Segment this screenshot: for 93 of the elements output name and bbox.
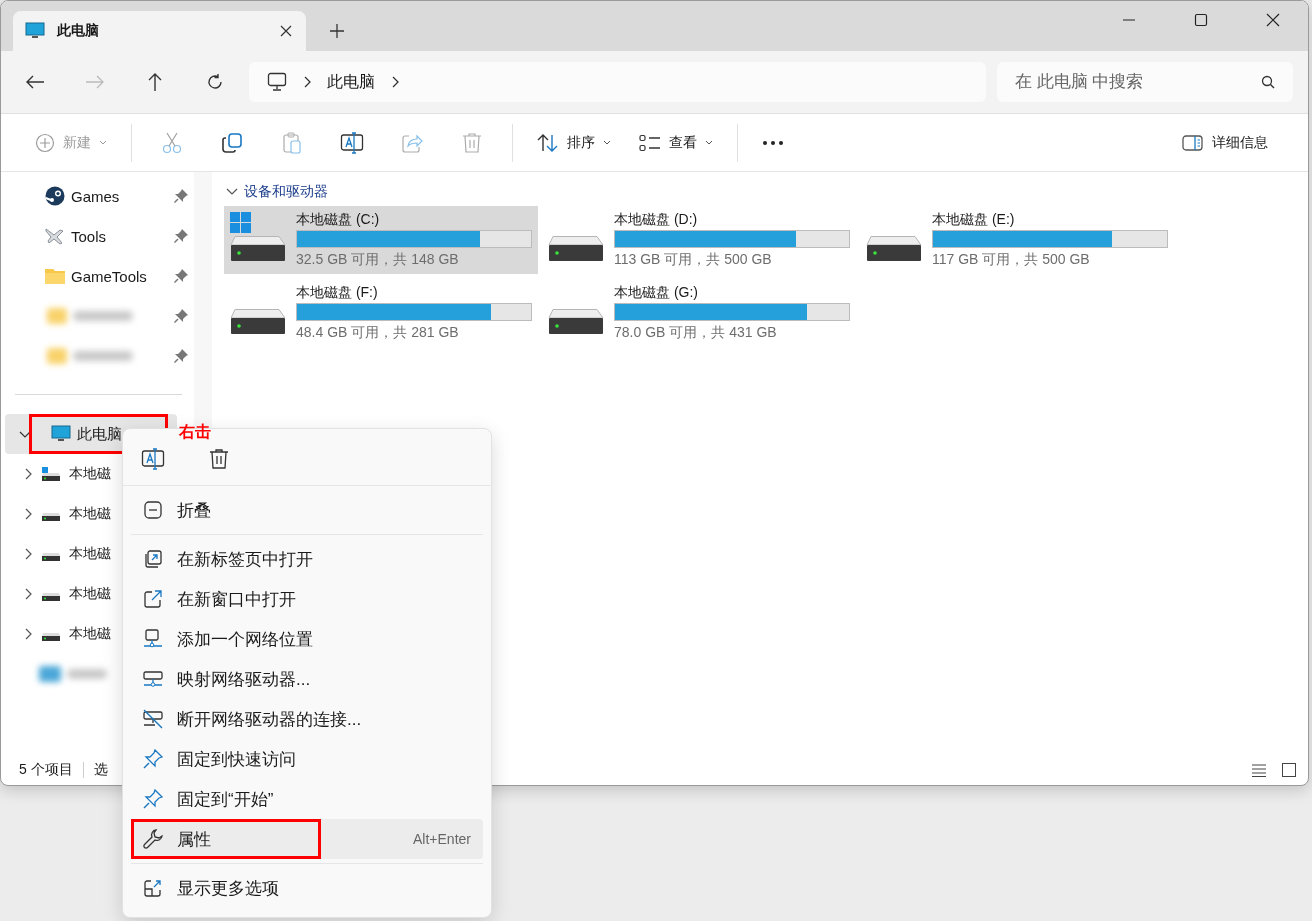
menu-item[interactable]: 映射网络驱动器... — [131, 659, 483, 699]
details-pane-icon — [1182, 133, 1204, 152]
drive-name: 本地磁盘 (C:) — [296, 210, 381, 228]
pin-icon[interactable] — [174, 309, 188, 323]
sidebar-item[interactable]: Games — [71, 187, 120, 205]
chevron-icon[interactable] — [23, 468, 33, 480]
search-icon — [1261, 75, 1275, 89]
drive-tile[interactable]: 本地磁盘 (C:) 32.5 GB 可用，共 148 GB — [224, 206, 538, 274]
drive-tile[interactable]: 本地磁盘 (D:) 113 GB 可用，共 500 GB — [542, 206, 856, 274]
pin-icon[interactable] — [174, 229, 188, 243]
more-options-icon[interactable] — [762, 139, 784, 146]
view-button[interactable]: 查看 — [629, 127, 723, 158]
section-header[interactable]: 设备和驱动器 — [224, 180, 1308, 204]
address-bar[interactable]: 此电脑 — [249, 62, 986, 102]
annotation-label: 右击 — [179, 422, 211, 442]
pin-icon[interactable] — [174, 189, 188, 203]
sort-button[interactable]: 排序 — [527, 126, 621, 159]
sidebar-item[interactable]: Tools — [71, 227, 107, 245]
tree-item[interactable]: 本地磁 — [69, 625, 111, 643]
pin-icon — [143, 789, 163, 809]
drive-usage-text: 117 GB 可用，共 500 GB — [932, 250, 1091, 269]
new-tab-icon — [143, 549, 163, 569]
status-text: 5 个项目 — [19, 761, 73, 779]
drive-tile[interactable]: 本地磁盘 (E:) 117 GB 可用，共 500 GB — [860, 206, 1174, 274]
pin-icon — [143, 749, 163, 769]
monitor-icon — [267, 72, 287, 92]
monitor-icon — [25, 22, 45, 40]
expand-icon — [143, 878, 163, 898]
list-view-icon[interactable] — [1252, 763, 1266, 777]
open-external-icon — [143, 589, 163, 609]
menu-item[interactable]: 显示更多选项 — [131, 868, 483, 908]
tree-item[interactable]: 本地磁 — [69, 505, 111, 523]
menu-item[interactable]: 固定到“开始” — [131, 779, 483, 819]
copy-icon[interactable] — [221, 131, 243, 154]
network-drive-icon — [143, 669, 163, 689]
pin-icon[interactable] — [174, 269, 188, 283]
sidebar-item[interactable]: GameTools — [71, 267, 147, 285]
sort-arrows-icon — [537, 132, 559, 153]
tab[interactable]: 此电脑 — [13, 11, 306, 51]
wrench-icon — [143, 829, 163, 849]
caret-icon — [705, 139, 713, 146]
tree-item[interactable]: 本地磁 — [69, 585, 111, 603]
drive-usage-text: 32.5 GB 可用，共 148 GB — [296, 250, 460, 269]
details-button[interactable]: 详细信息 — [1172, 127, 1278, 158]
close-tab-icon[interactable] — [280, 25, 292, 37]
monitor-icon — [51, 425, 71, 443]
drive-name: 本地磁盘 (G:) — [614, 283, 699, 301]
minus-box-icon — [143, 500, 163, 520]
chevron-icon[interactable] — [23, 628, 33, 640]
search-field[interactable]: 在 此电脑 中搜索 — [997, 62, 1293, 102]
drive-usage-text: 113 GB 可用，共 500 GB — [614, 250, 773, 269]
list-layout-icon — [639, 133, 661, 152]
drive-usage-text: 78.0 GB 可用，共 431 GB — [614, 323, 778, 342]
menu-item[interactable]: 断开网络驱动器的连接... — [131, 699, 483, 739]
status-text: 选 — [93, 761, 108, 779]
caret-icon — [99, 139, 107, 146]
airplane-icon — [45, 226, 65, 246]
menu-item[interactable]: 固定到快速访问 — [131, 739, 483, 779]
steam-icon — [45, 186, 65, 206]
chevron-icon — [391, 76, 399, 88]
close-icon[interactable] — [1266, 13, 1280, 27]
drive-name: 本地磁盘 (E:) — [932, 210, 1016, 228]
chevron-icon[interactable] — [23, 548, 33, 560]
rename-icon[interactable] — [340, 131, 364, 154]
new-tab-icon[interactable] — [330, 24, 344, 38]
pin-icon[interactable] — [174, 349, 188, 363]
chevron-icon[interactable] — [23, 588, 33, 600]
drive-name: 本地磁盘 (F:) — [296, 283, 379, 301]
folder-icon — [45, 267, 65, 285]
drive-name: 本地磁盘 (D:) — [614, 210, 699, 228]
maximize-icon[interactable] — [1194, 13, 1208, 27]
network-computer-icon — [143, 629, 163, 649]
drive-usage-text: 48.4 GB 可用，共 281 GB — [296, 323, 460, 342]
drive-tile[interactable]: 本地磁盘 (F:) 48.4 GB 可用，共 281 GB — [224, 279, 538, 347]
chevron-icon — [226, 188, 238, 196]
trash-icon[interactable] — [209, 448, 229, 470]
menu-item[interactable]: 在新窗口中打开 — [131, 579, 483, 619]
chevron-icon — [303, 76, 311, 88]
plus-icon — [35, 132, 55, 153]
rename-icon[interactable] — [141, 448, 165, 470]
menu-item[interactable]: 添加一个网络位置 — [131, 619, 483, 659]
menu-item[interactable]: 属性 Alt+Enter — [131, 819, 483, 859]
tile-view-icon[interactable] — [1282, 763, 1296, 777]
drive-icon — [230, 236, 286, 261]
caret-icon — [603, 139, 611, 146]
tree-item[interactable]: 本地磁 — [69, 545, 111, 563]
chevron-icon[interactable] — [23, 508, 33, 520]
tree-item[interactable]: 本地磁 — [69, 465, 111, 483]
menu-item[interactable]: 折叠 — [131, 490, 483, 530]
breadcrumb-item[interactable]: 此电脑 — [327, 71, 375, 93]
drive-tile[interactable]: 本地磁盘 (G:) 78.0 GB 可用，共 431 GB — [542, 279, 856, 347]
menu-item[interactable]: 在新标签页中打开 — [131, 539, 483, 579]
disconnect-drive-icon — [143, 709, 163, 729]
